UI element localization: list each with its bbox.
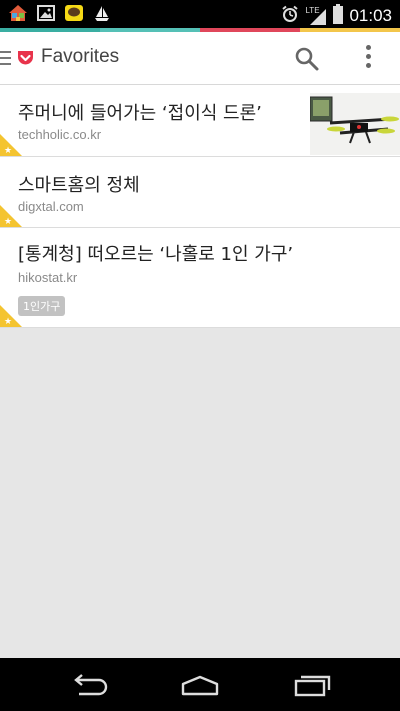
favorite-star-icon: ★: [0, 305, 22, 327]
status-bar: LTE 01:03: [0, 0, 400, 28]
back-icon[interactable]: [69, 672, 109, 698]
navigation-bar: [0, 658, 400, 711]
page-title[interactable]: Favorites: [41, 46, 119, 68]
list-item[interactable]: 주머니에 들어가는 ‘접이식 드론’ techholic.co.kr ★: [0, 85, 400, 157]
svg-text:★: ★: [4, 317, 12, 327]
boat-notification-icon: [92, 4, 112, 22]
item-domain: digxtal.com: [18, 199, 84, 214]
svg-text:★: ★: [4, 217, 12, 227]
item-thumbnail[interactable]: [309, 93, 400, 155]
overflow-menu-icon[interactable]: [360, 45, 376, 71]
status-clock: 01:03: [349, 6, 392, 25]
item-domain: techholic.co.kr: [18, 127, 102, 142]
talk-notification-icon: [64, 4, 84, 22]
list-item[interactable]: 스마트홈의 정체 digxtal.com ★: [0, 157, 400, 228]
svg-text:★: ★: [4, 146, 12, 156]
home-icon[interactable]: [180, 672, 220, 698]
alarm-icon: [281, 5, 299, 27]
recents-icon[interactable]: [292, 672, 332, 698]
item-title[interactable]: 주머니에 들어가는 ‘접이식 드론’: [18, 99, 262, 125]
battery-icon: [333, 4, 344, 28]
favorite-star-icon: ★: [0, 134, 22, 156]
pocket-logo-icon[interactable]: [17, 50, 34, 70]
list-item[interactable]: [통계청] 떠오르는 ‘나홀로 1인 가구’ hikostat.kr 1인가구 …: [0, 228, 400, 328]
app-bar: Favorites: [0, 32, 400, 85]
image-notification-icon: [36, 4, 56, 22]
home-notification-icon: [8, 4, 28, 22]
item-domain: hikostat.kr: [18, 270, 78, 285]
item-title[interactable]: 스마트홈의 정체: [18, 171, 140, 197]
signal-icon: LTE: [305, 6, 327, 26]
item-tag[interactable]: 1인가구: [18, 296, 66, 316]
favorite-star-icon: ★: [0, 205, 22, 227]
article-list: 주머니에 들어가는 ‘접이식 드론’ techholic.co.kr ★ 스마트…: [0, 85, 400, 328]
item-title[interactable]: [통계청] 떠오르는 ‘나홀로 1인 가구’: [18, 240, 293, 266]
search-icon[interactable]: [294, 46, 320, 72]
menu-icon[interactable]: [0, 51, 11, 65]
